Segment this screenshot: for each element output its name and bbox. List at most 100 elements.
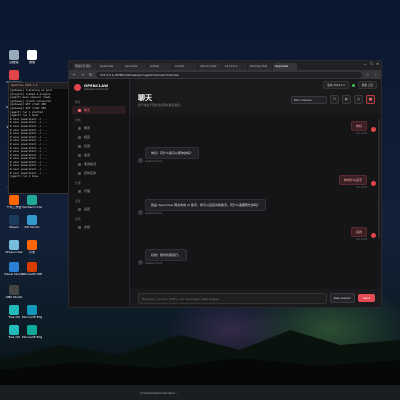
openclaw-app: OPENCLAW Gateway Dashboard 聊天 聊天 控制 概览 频道 实例会… [69,79,381,307]
desktop-icon[interactable]: Trae CN [4,325,24,340]
nav-icon [78,162,81,166]
app-icon [9,195,19,205]
message-input[interactable]: Message (↩ to send, Shift+↩ for line bre… [138,292,327,304]
sidebar-item-label: 聊天 [84,108,91,112]
taskbar: C:\Users\Administrator\... [0,385,400,400]
forward-icon[interactable]: → [80,72,85,77]
browser-tab[interactable]: CLASH [173,63,197,70]
app-icon [9,325,19,335]
sidebar-item[interactable]: 设置 [72,205,126,213]
desktop-icon[interactable]: 回收站 [4,50,24,65]
desktop-icon[interactable]: Steam [4,215,24,230]
taskbar-label: C:\Users\Administrator\... [140,390,178,395]
desktop-icon[interactable]: Microsoft Edge [22,325,42,340]
chat-main: 版本 2026.3.2 健康 正常 聊天 用于快速干预的直接网关聊天会话。 Ma… [130,79,381,307]
sidebar-item[interactable]: 使用情况 [72,160,126,168]
desktop-icon[interactable]: VsCharm Communi... [22,195,42,210]
sidebar-section-title: 资源 [75,217,81,221]
top-status: 版本 2026.3.2 健康 正常 [130,79,381,91]
desktop-icon[interactable]: Microsoft Edge [22,305,42,320]
sidebar-item[interactable]: 频道 [72,133,126,141]
assistant-avatar-icon [138,210,143,215]
app-icon [9,50,19,60]
version-badge: 版本 2026.3.2 [323,81,349,89]
message-text: 你好！有什么我可以帮你的吗？ [145,147,200,159]
assistant-message: 你好！有什么我可以帮你的吗？ Assistant 14:02 [138,147,200,163]
brand: OPENCLAW Gateway Dashboard [69,82,129,97]
chat-scrollbar[interactable] [378,119,380,239]
browser-tab[interactable]: GitHub [148,63,172,70]
star-icon[interactable]: ☆ [365,72,370,77]
page-title: 聊天 [138,94,152,102]
desktop-icon-label: Microsoft Edge [22,316,42,319]
sidebar-item-label: 概览 [84,126,91,130]
sidebar-item[interactable]: 文档 [72,223,126,231]
focus-icon[interactable]: ◎ [354,95,363,104]
session-select[interactable]: Main Session [291,95,327,104]
minimize-icon[interactable]: — [363,62,367,66]
desktop-icon-label: OBS Studio [5,296,23,299]
app-icon [27,325,37,335]
message-meta: Assistant 14:04 [145,262,162,265]
desktop-icon[interactable]: OBS Studio [4,285,24,300]
menu-icon[interactable]: ⋮ [373,72,378,77]
tab-bar: 网络任务通知 OpenClaw openclaw GitHub CLASH Ubuntu … [69,61,381,70]
browser-tab[interactable]: OpenClaw [273,63,297,70]
reload-icon[interactable]: ↻ [88,72,93,77]
health-badge: 健康 正常 [357,81,377,89]
browser-tab[interactable]: 127.0.0.1 [223,63,247,70]
message-meta: You 14:02 [356,132,367,135]
desktop-icon[interactable]: 微信 [22,50,42,65]
app-icon [9,240,19,250]
sidebar-item-label: 代理 [84,189,91,193]
sidebar-item[interactable]: 聊天 [72,106,126,114]
nav-icon [78,207,81,211]
browser-window[interactable]: 网络任务通知 OpenClaw openclaw GitHub CLASH Ubuntu … [68,60,382,308]
sidebar-item-label: 设置 [84,207,91,211]
stop-icon[interactable]: ■ [366,95,375,104]
app-icon [9,70,19,80]
desktop-icon-label: Microsoft Office [22,273,42,276]
browser-tab[interactable]: 网络任务通知 [73,63,97,70]
terminal-window[interactable]: OpenClaw 2026.3.2 [gateway] listening on… [8,82,74,194]
desktop-icon[interactable]: ATLauncher [4,240,24,255]
nav-icon [78,135,81,139]
desktop-icon[interactable]: Microsoft Office [22,262,42,277]
message-text: 我是 OpenClaw 网关中的 AI 助手，你可以直接叫我助手。有什么需要帮忙… [145,199,266,211]
desktop-icon[interactable]: Trae CN [4,305,24,320]
browser-tab[interactable]: Gaming Chat [248,63,272,70]
message-text: 好的 [350,227,367,237]
desktop-icon-label: DR Studio [24,226,40,229]
desktop-icon-label: ATLauncher [5,251,23,254]
sidebar-item[interactable]: 实例 [72,142,126,150]
desktop-icon[interactable]: Visual Studio Code [4,262,24,277]
desktop-icon[interactable]: 千牛工作台 [4,195,24,210]
browser-tab[interactable]: OpenClaw [98,63,122,70]
refresh-icon[interactable]: ↻ [330,95,339,104]
maximize-icon[interactable]: ☐ [370,62,373,66]
sidebar-item[interactable]: 定时任务 [72,169,126,177]
user-avatar-icon [371,181,376,186]
desktop-icon-label: 微信 [28,61,35,64]
user-avatar-icon [371,233,376,238]
sidebar-item[interactable]: 代理 [72,187,126,195]
sidebar-item[interactable]: 概览 [72,124,126,132]
assistant-message-body: 你好！有什么我可以帮你的吗？ Assistant 14:02 [145,147,200,163]
thinking-icon[interactable]: ◐ [342,95,351,104]
user-message: 你叫什么名字 You 14:03 [338,175,376,189]
new-session-button[interactable]: New session [329,293,355,303]
back-icon[interactable]: ← [72,72,77,77]
close-icon[interactable]: ✕ [376,62,379,66]
desktop-icon-label: 小米 [28,251,35,254]
desktop-icon[interactable]: 小米 [22,240,42,255]
user-avatar-icon [371,127,376,132]
send-button[interactable]: Send [357,294,375,302]
desktop-icon[interactable]: DR Studio [22,215,42,230]
browser-tab[interactable]: openclaw [123,63,147,70]
url-input[interactable]: 127.0.0.1:18789/chat?session=agent%3Amai… [96,71,362,78]
sidebar-item[interactable]: 会话 [72,151,126,159]
app-icon [27,195,37,205]
message-text: 好的！随时找我就行。 [145,249,188,261]
sidebar-section-title: 聊天 [75,100,81,104]
browser-tab[interactable]: Ubuntu Chat [198,63,222,70]
